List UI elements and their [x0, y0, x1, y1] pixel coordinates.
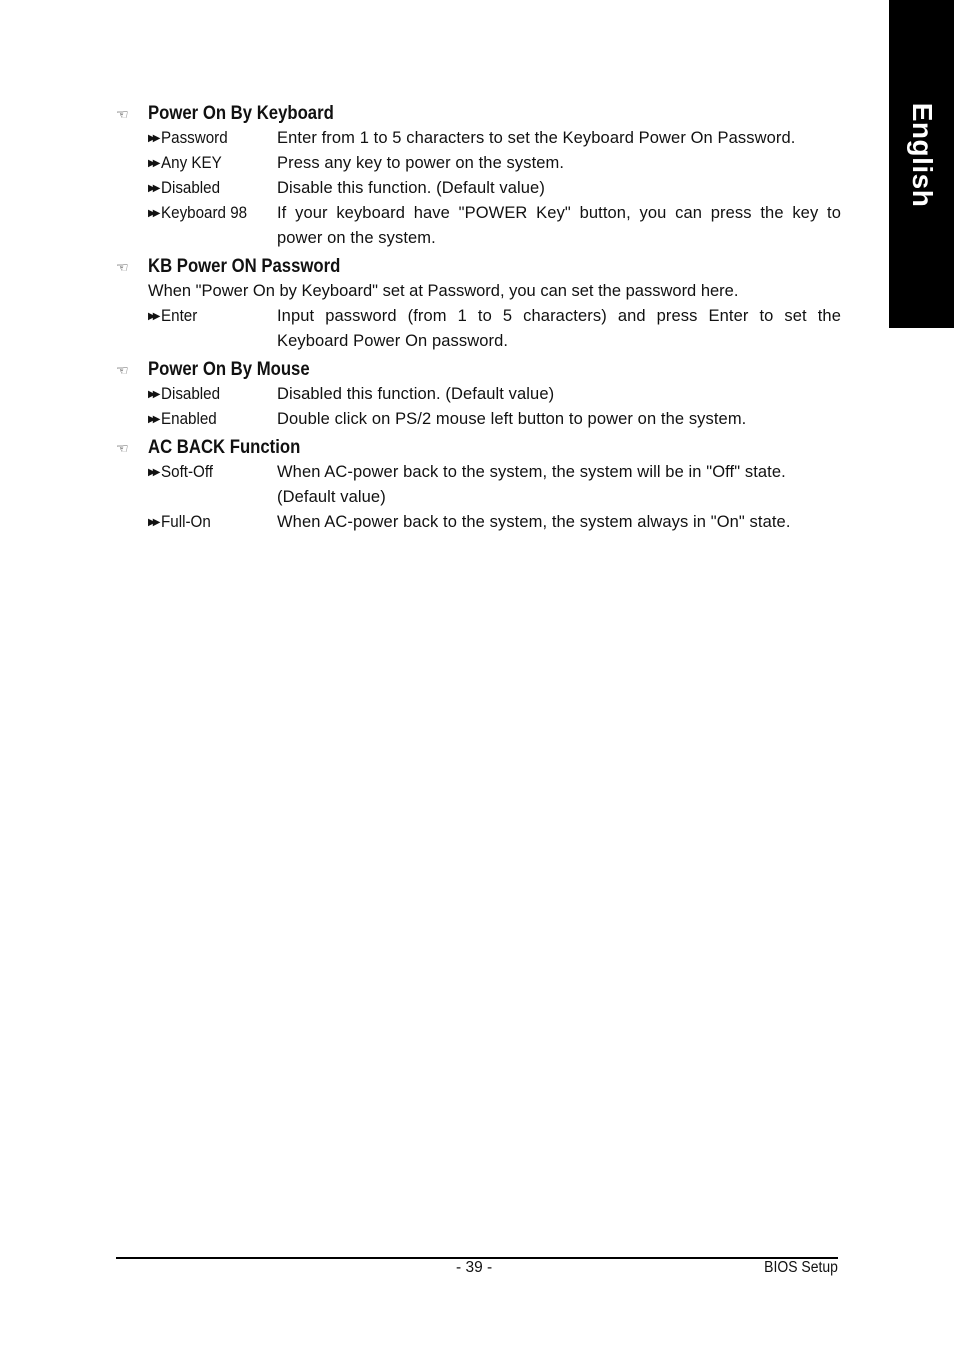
double-arrow-icon: ▶▶ [148, 467, 161, 478]
option-row: ▶▶ Disabled Disable this function. (Defau… [116, 176, 841, 201]
option-label: Enter [161, 307, 198, 325]
option-row: ▶▶ Enabled Double click on PS/2 mouse lef… [116, 407, 841, 432]
section-intro: When "Power On by Keyboard" set at Passw… [148, 282, 739, 300]
option-row: ▶▶ Disabled Disabled this function. (Defa… [116, 382, 841, 407]
option-row: ▶▶ Password Enter from 1 to 5 characters … [116, 126, 841, 151]
option-description: If your keyboard have "POWER Key" button… [277, 204, 841, 247]
option-row: ▶▶ Keyboard 98 If your keyboard have "POW… [116, 201, 841, 251]
section-title: AC BACK Function [148, 437, 301, 458]
footer-section-title: BIOS Setup [764, 1259, 838, 1276]
pointing-hand-icon: ☜ [116, 362, 129, 378]
double-arrow-icon: ▶▶ [148, 414, 161, 425]
double-arrow-icon: ▶▶ [148, 208, 161, 219]
language-tab-label: English [906, 102, 938, 208]
section-power-on-by-keyboard: ☜ Power On By Keyboard ▶▶ Password Enter … [116, 102, 841, 251]
section-title: KB Power ON Password [148, 256, 341, 277]
option-description: Input password (from 1 to 5 characters) … [277, 307, 841, 350]
section-ac-back-function: ☜ AC BACK Function ▶▶ Soft-Off When AC-po… [116, 436, 841, 535]
section-kb-power-on-password: ☜ KB Power ON Password When "Power On by… [116, 255, 841, 354]
pointing-hand-icon: ☜ [116, 106, 129, 122]
option-row: ▶▶ Enter Input password (from 1 to 5 char… [116, 304, 841, 354]
double-arrow-icon: ▶▶ [148, 158, 161, 169]
language-tab: English [889, 0, 954, 328]
option-label: Disabled [161, 385, 221, 403]
option-description: When AC-power back to the system, the sy… [277, 513, 791, 531]
option-row: ▶▶ Full-On When AC-power back to the syst… [116, 510, 841, 535]
option-label: Keyboard 98 [161, 204, 248, 222]
double-arrow-icon: ▶▶ [148, 183, 161, 194]
option-label: Disabled [161, 179, 221, 197]
double-arrow-icon: ▶▶ [148, 389, 161, 400]
double-arrow-icon: ▶▶ [148, 517, 161, 528]
option-description: Enter from 1 to 5 characters to set the … [277, 129, 796, 147]
option-description: When AC-power back to the system, the sy… [277, 463, 786, 506]
option-description: Double click on PS/2 mouse left button t… [277, 410, 747, 428]
double-arrow-icon: ▶▶ [148, 311, 161, 322]
option-description: Disabled this function. (Default value) [277, 385, 555, 403]
option-label: Enabled [161, 410, 218, 428]
pointing-hand-icon: ☜ [116, 259, 129, 275]
option-description: Press any key to power on the system. [277, 154, 565, 172]
section-title: Power On By Keyboard [148, 103, 334, 124]
option-label: Full-On [161, 513, 212, 531]
option-row: ▶▶ Any KEY Press any key to power on the … [116, 151, 841, 176]
section-power-on-by-mouse: ☜ Power On By Mouse ▶▶ Disabled Disabled … [116, 358, 841, 432]
pointing-hand-icon: ☜ [116, 440, 129, 456]
option-label: Soft-Off [161, 463, 214, 481]
option-label: Password [161, 129, 229, 147]
option-description: Disable this function. (Default value) [277, 179, 545, 197]
page-number: - 39 - [456, 1259, 493, 1276]
option-label: Any KEY [161, 154, 223, 172]
section-title: Power On By Mouse [148, 359, 310, 380]
double-arrow-icon: ▶▶ [148, 133, 161, 144]
page-content: ☜ Power On By Keyboard ▶▶ Password Enter … [116, 100, 841, 535]
option-row: ▶▶ Soft-Off When AC-power back to the sys… [116, 460, 841, 510]
